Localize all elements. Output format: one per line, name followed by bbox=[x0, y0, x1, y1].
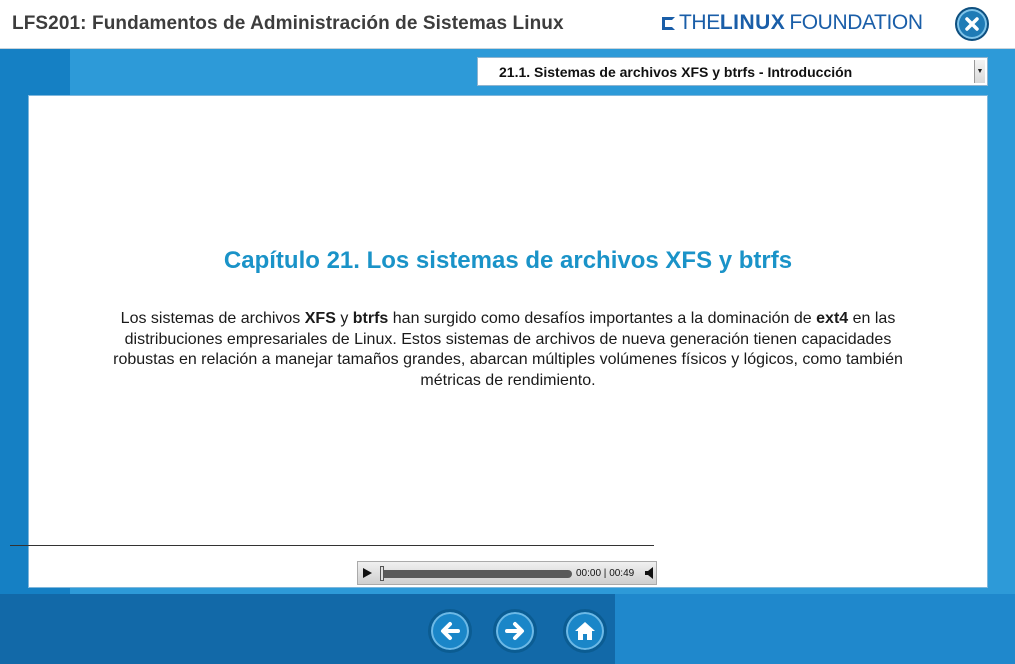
chevron-down-icon[interactable]: ▼ bbox=[974, 60, 985, 83]
chapter-intro-text: Los sistemas de archivos XFS y btrfs han… bbox=[109, 309, 907, 391]
divider-line bbox=[10, 545, 654, 546]
intro-text-bold-ext4: ext4 bbox=[816, 310, 849, 327]
back-button[interactable] bbox=[428, 609, 472, 653]
logo-text-the: THE bbox=[679, 11, 720, 34]
section-select[interactable]: 21.1. Sistemas de archivos XFS y btrfs -… bbox=[477, 57, 988, 86]
volume-icon[interactable] bbox=[645, 567, 655, 579]
lesson-content-panel: Capítulo 21. Los sistemas de archivos XF… bbox=[28, 95, 988, 588]
arrow-right-icon bbox=[505, 622, 524, 640]
arrow-left-icon bbox=[441, 622, 460, 640]
audio-progress-track[interactable] bbox=[380, 570, 572, 578]
home-button[interactable] bbox=[563, 609, 607, 653]
logo-text-linux: LINUX bbox=[719, 11, 786, 34]
chapter-title: Capítulo 21. Los sistemas de archivos XF… bbox=[223, 247, 793, 274]
intro-text-part: y bbox=[335, 310, 353, 327]
close-button[interactable] bbox=[955, 7, 989, 41]
audio-progress-thumb[interactable] bbox=[380, 566, 384, 581]
play-icon[interactable] bbox=[363, 568, 372, 578]
intro-text-part: Los sistemas de archivos bbox=[120, 310, 305, 327]
logo-text-foundation: FOUNDATION bbox=[789, 11, 923, 34]
audio-time: 00:00 | 00:49 bbox=[576, 568, 634, 579]
section-select-value: 21.1. Sistemas de archivos XFS y btrfs -… bbox=[499, 64, 853, 80]
linux-foundation-logo: THE LINUX FOUNDATION bbox=[662, 10, 923, 36]
intro-text-bold-btrfs: btrfs bbox=[352, 310, 389, 327]
intro-text-part: han surgido como desafíos importantes a … bbox=[388, 310, 817, 327]
audio-player: 00:00 | 00:49 bbox=[357, 561, 657, 585]
next-button[interactable] bbox=[493, 609, 537, 653]
app-title: LFS201: Fundamentos de Administración de… bbox=[12, 13, 564, 34]
header-bar: LFS201: Fundamentos de Administración de… bbox=[0, 0, 1015, 49]
audio-time-separator: | bbox=[601, 568, 610, 579]
logo-square-icon bbox=[662, 17, 675, 30]
home-icon bbox=[575, 622, 595, 640]
footer-bar-right bbox=[615, 594, 1015, 664]
audio-current-time: 00:00 bbox=[576, 568, 602, 579]
close-icon bbox=[965, 17, 979, 31]
intro-text-bold-xfs: XFS bbox=[304, 310, 336, 327]
audio-duration: 00:49 bbox=[609, 568, 635, 579]
